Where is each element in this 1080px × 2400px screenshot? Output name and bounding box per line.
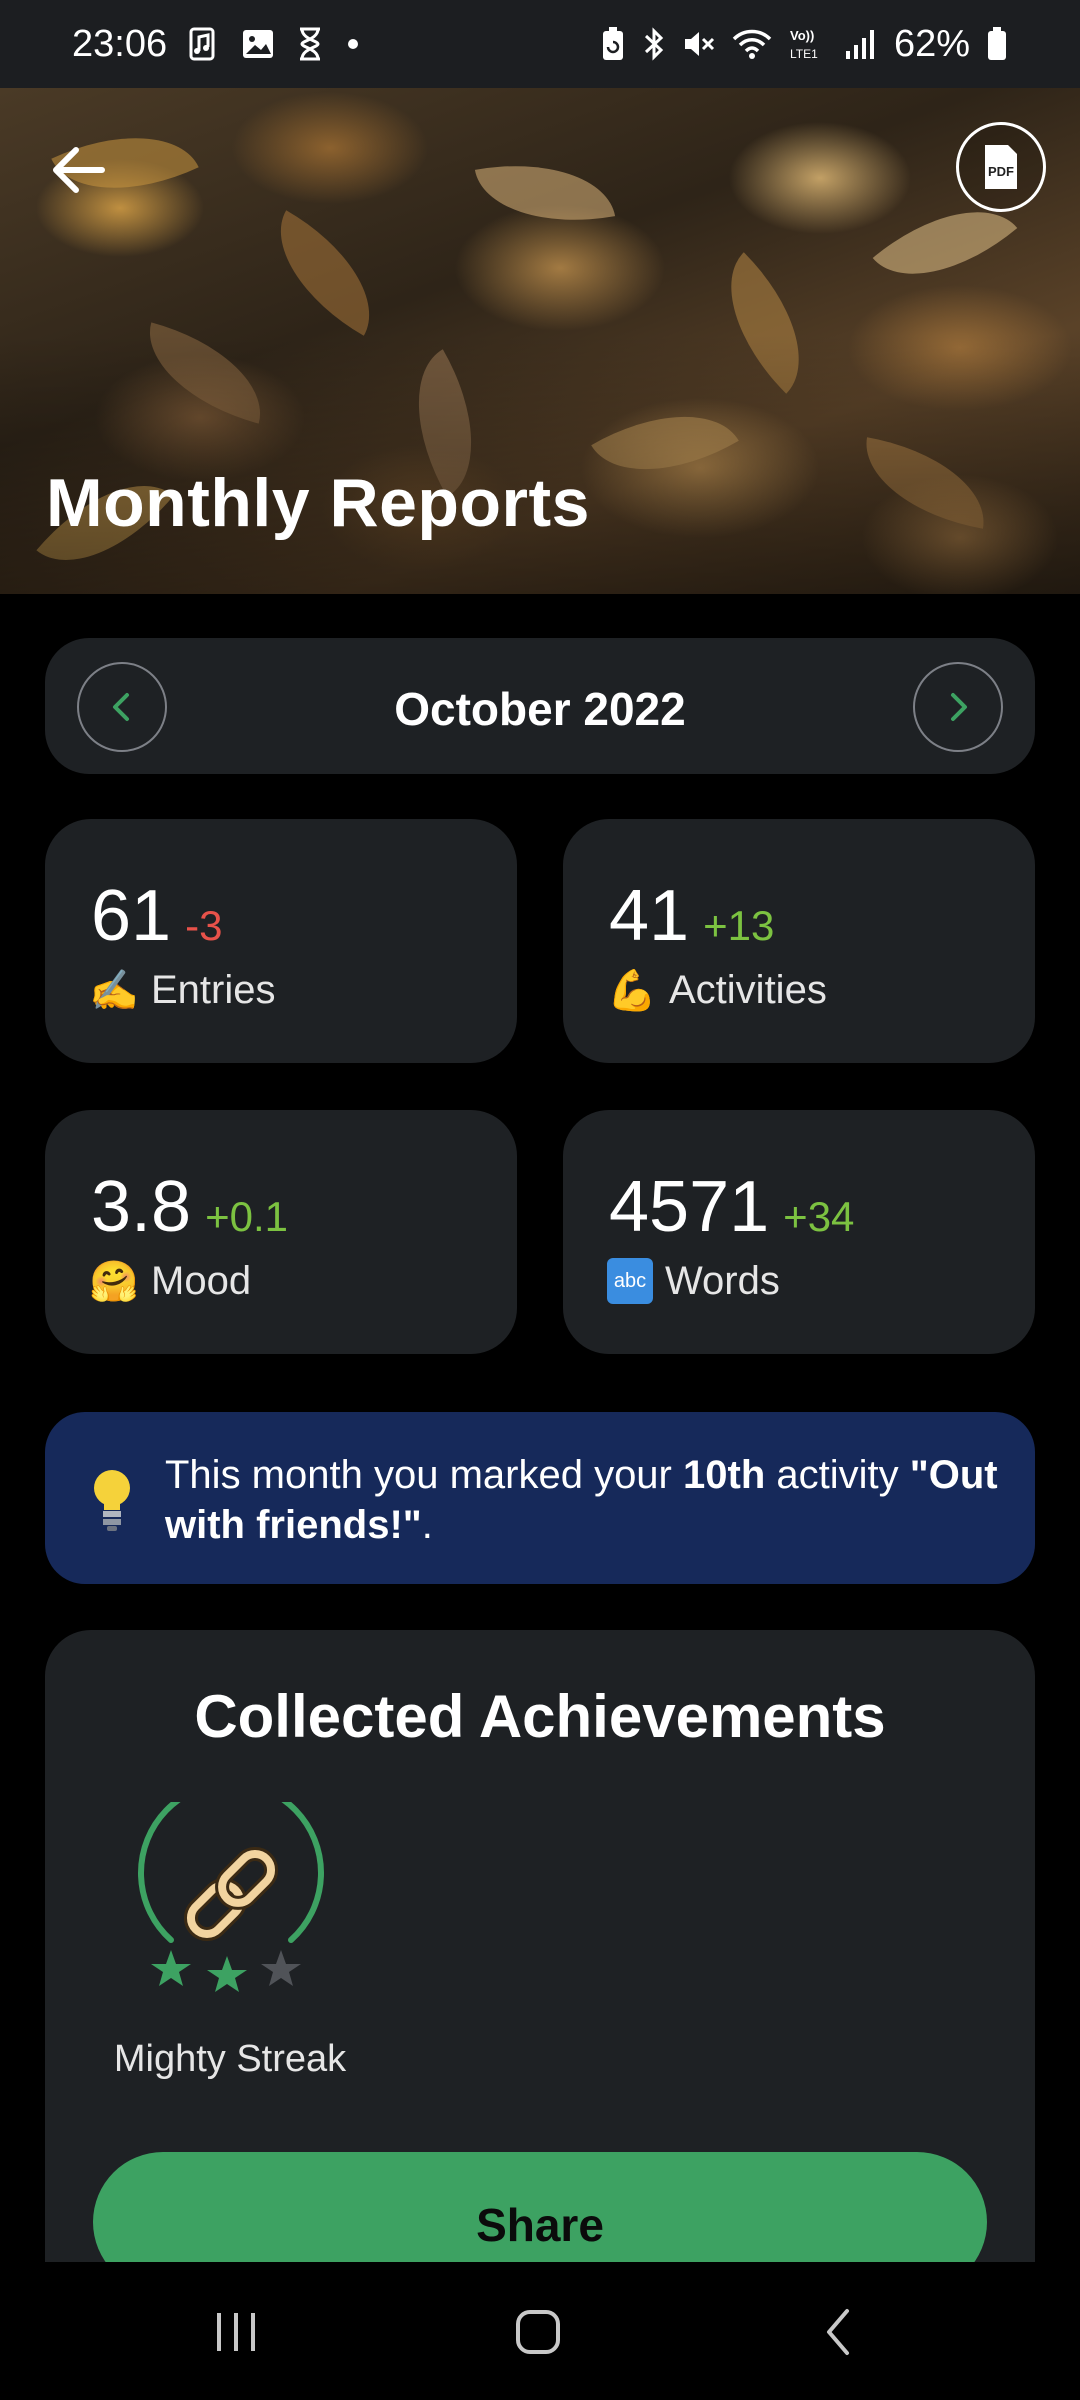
insight-text: This month you marked your 10th activity… bbox=[165, 1453, 998, 1547]
back-button[interactable] bbox=[44, 140, 116, 200]
next-month-button[interactable] bbox=[913, 662, 1003, 752]
stat-value: 41 bbox=[609, 876, 690, 956]
star-icon-empty bbox=[261, 1950, 301, 1986]
stat-card-activities[interactable]: 41 +13 💪 Activities bbox=[563, 819, 1035, 1063]
flexed-biceps-icon: 💪 bbox=[607, 969, 657, 1013]
stat-card-entries[interactable]: 61 -3 ✍️ Entries bbox=[45, 819, 517, 1063]
hugging-face-icon: 🤗 bbox=[89, 1260, 139, 1304]
stat-value: 61 bbox=[91, 876, 172, 956]
stat-value: 4571 bbox=[609, 1167, 770, 1247]
achievements-card: Collected Achievements Mighty Streak Sha… bbox=[45, 1630, 1035, 2370]
stat-delta: +13 bbox=[703, 902, 775, 949]
stat-card-words[interactable]: 4571 +34 abc Words bbox=[563, 1110, 1035, 1354]
status-bar: 23:06 Vo)) LTE1 62% bbox=[0, 0, 1080, 88]
stat-delta: -3 bbox=[185, 902, 223, 949]
battery-percent: 62% bbox=[893, 22, 970, 65]
achievement-name: Mighty Streak bbox=[113, 2038, 347, 2080]
lightbulb-icon bbox=[94, 1470, 130, 1531]
stat-label: Activities bbox=[669, 968, 827, 1012]
signal-icon bbox=[844, 27, 878, 61]
stat-delta: +0.1 bbox=[205, 1193, 289, 1240]
system-nav-bar bbox=[0, 2262, 1080, 2400]
month-switcher: October 2022 bbox=[45, 638, 1035, 774]
star-icon-filled bbox=[151, 1950, 191, 1986]
writing-hand-icon: ✍️ bbox=[89, 969, 139, 1013]
stat-label: Words bbox=[665, 1258, 780, 1303]
stat-delta: +34 bbox=[783, 1193, 855, 1240]
svg-text:LTE1: LTE1 bbox=[790, 47, 818, 61]
image-icon bbox=[241, 28, 275, 60]
home-icon bbox=[516, 2310, 560, 2354]
mute-icon bbox=[682, 27, 716, 61]
export-pdf-button[interactable]: PDF bbox=[956, 122, 1046, 212]
home-button[interactable] bbox=[498, 2302, 578, 2362]
bluetooth-icon bbox=[642, 26, 666, 62]
month-label: October 2022 bbox=[394, 683, 686, 735]
recents-icon bbox=[217, 2313, 255, 2351]
battery-icon bbox=[986, 26, 1008, 62]
wifi-icon bbox=[732, 27, 772, 61]
status-time: 23:06 bbox=[72, 22, 168, 65]
star-icon-filled bbox=[207, 1956, 247, 1992]
achievement-stars bbox=[151, 1950, 301, 1992]
share-label: Share bbox=[476, 2199, 604, 2251]
arrow-left-icon bbox=[53, 147, 105, 193]
stat-value: 3.8 bbox=[91, 1167, 192, 1247]
insight-banner: This month you marked your 10th activity… bbox=[45, 1412, 1035, 1584]
volte-icon: Vo)) LTE1 bbox=[788, 26, 828, 62]
svg-text:Vo)): Vo)) bbox=[790, 28, 814, 43]
insight-ordinal: 10th bbox=[683, 1453, 766, 1497]
hourglass-icon bbox=[297, 27, 323, 61]
back-chevron-icon bbox=[827, 2309, 849, 2355]
stat-label: Mood bbox=[151, 1259, 252, 1303]
abc-icon: abc bbox=[607, 1258, 653, 1304]
page-title: Monthly Reports bbox=[46, 465, 590, 541]
achievements-title: Collected Achievements bbox=[194, 1683, 886, 1750]
system-back-button[interactable] bbox=[800, 2302, 880, 2362]
pdf-document-icon: PDF bbox=[985, 145, 1017, 189]
dot-icon bbox=[345, 36, 361, 52]
stat-card-mood[interactable]: 3.8 +0.1 🤗 Mood bbox=[45, 1110, 517, 1354]
music-note-icon bbox=[189, 27, 219, 61]
chevron-right-icon bbox=[951, 693, 967, 721]
battery-saver-icon bbox=[600, 26, 626, 62]
hero-header: PDF Monthly Reports bbox=[0, 88, 1080, 594]
recents-button[interactable] bbox=[196, 2302, 276, 2362]
stat-label: Entries bbox=[151, 968, 276, 1012]
achievement-badge[interactable] bbox=[131, 1780, 331, 2012]
pdf-label: PDF bbox=[988, 164, 1014, 179]
